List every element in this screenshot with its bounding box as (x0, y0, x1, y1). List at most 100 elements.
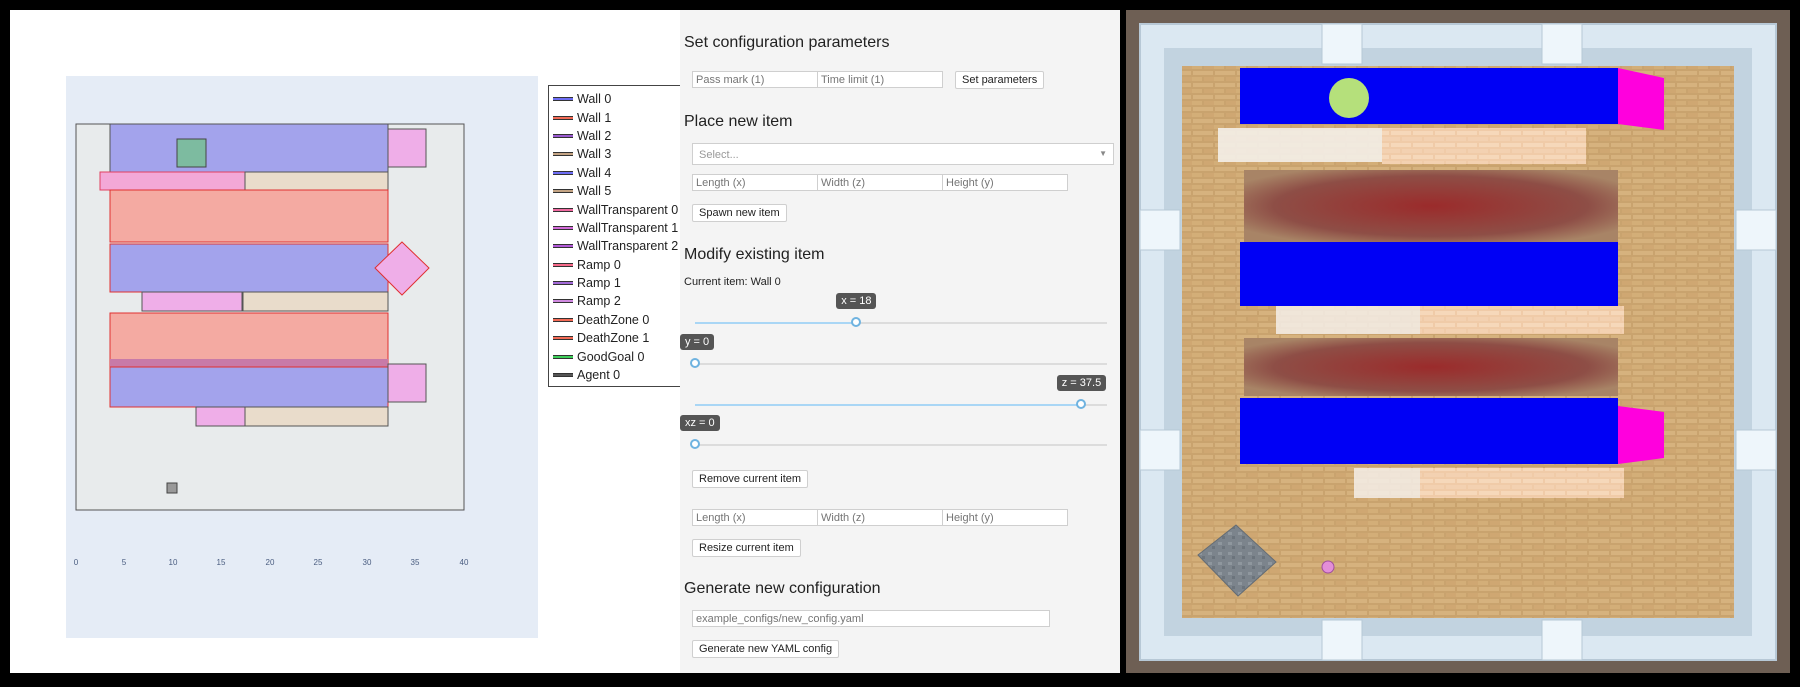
width-input[interactable] (817, 174, 943, 191)
wall-3-shape[interactable] (244, 171, 389, 191)
arena-plot-panel: 40 30 20 10 0 0 5 10 15 20 25 30 35 40 W… (10, 10, 682, 673)
generate-config-title: Generate new configuration (684, 580, 881, 597)
legend-label: DeathZone 0 (577, 312, 650, 327)
wall-0-shape[interactable] (109, 123, 389, 173)
beige-wall-2 (1420, 306, 1624, 334)
current-item-label: Current item: Wall 0 (684, 276, 781, 288)
legend-swatch (553, 170, 573, 175)
wall-transparent-2-shape[interactable] (195, 406, 246, 427)
set-parameters-button[interactable]: Set parameters (955, 71, 1045, 89)
fence-post-left-2 (1139, 429, 1181, 471)
wall-transparent-0-shape[interactable] (99, 171, 246, 191)
wall-5-shape[interactable] (242, 291, 389, 312)
generate-config-button[interactable]: Generate new YAML config (692, 640, 840, 658)
blue-wall-bottom (1240, 398, 1618, 464)
fence-post-bottom-1 (1321, 619, 1363, 661)
config-path-input[interactable] (692, 610, 1050, 627)
arena-3d-view (1126, 10, 1790, 673)
legend-item[interactable]: GoodGoal 0 (549, 347, 681, 365)
legend-label: Wall 5 (577, 184, 612, 199)
resize-width-input[interactable] (817, 509, 943, 526)
wall-2-shape[interactable] (244, 406, 389, 427)
slider-z-tooltip: z = 37.5 (1056, 375, 1107, 391)
resize-height-input[interactable] (942, 509, 1068, 526)
legend-swatch (553, 189, 573, 194)
legend-swatch (553, 281, 573, 286)
legend-swatch (553, 133, 573, 138)
resize-length-input[interactable] (692, 509, 818, 526)
x-tick-0: 0 (74, 558, 79, 567)
select-placeholder: Select... (699, 149, 739, 161)
arena-plot[interactable]: 40 30 20 10 0 0 5 10 15 20 25 30 35 40 (55, 76, 538, 638)
legend-item[interactable]: DeathZone 1 (549, 329, 681, 347)
legend-item[interactable]: Wall 3 (549, 145, 681, 163)
legend-item[interactable]: Agent 0 (549, 366, 681, 384)
resize-item-button[interactable]: Resize current item (692, 539, 801, 557)
legend-swatch (553, 225, 573, 230)
legend-item[interactable]: Wall 5 (549, 182, 681, 200)
legend-item[interactable]: Ramp 1 (549, 274, 681, 292)
legend-label: Wall 3 (577, 147, 612, 162)
ramp-bottom-3d (1618, 406, 1664, 464)
slider-xz-track[interactable] (695, 444, 1107, 446)
legend-item[interactable]: WallTransparent 2 (549, 237, 681, 255)
slider-xz-tooltip: xz = 0 (680, 415, 720, 431)
legend-swatch (553, 299, 573, 304)
fence-post-top-1 (1321, 23, 1363, 65)
legend-swatch (553, 207, 573, 212)
beige-wall-1 (1382, 128, 1586, 164)
legend-item[interactable]: Wall 1 (549, 108, 681, 126)
blue-wall-middle (1240, 242, 1618, 306)
legend-label: WallTransparent 0 (577, 202, 679, 217)
legend-item[interactable]: WallTransparent 1 (549, 219, 681, 237)
slider-z-handle[interactable] (1076, 399, 1087, 409)
height-input[interactable] (942, 174, 1068, 191)
ramp-bottom-shape[interactable] (387, 363, 427, 403)
length-input[interactable] (692, 174, 818, 191)
legend-item[interactable]: Ramp 2 (549, 292, 681, 310)
slider-y-track[interactable] (695, 363, 1107, 365)
legend-label: Wall 0 (577, 92, 612, 107)
goal-sphere (1329, 78, 1369, 118)
blue-wall-top (1240, 68, 1618, 124)
deathzone-1-shape[interactable] (109, 312, 389, 367)
goal-shape[interactable] (176, 138, 207, 168)
x-tick-30: 30 (363, 558, 372, 567)
deathzone-0-shape[interactable] (109, 189, 389, 243)
remove-item-button[interactable]: Remove current item (692, 470, 809, 488)
legend-label: Ramp 2 (577, 294, 621, 309)
x-tick-25: 25 (314, 558, 323, 567)
legend-item[interactable]: Wall 4 (549, 164, 681, 182)
legend-item[interactable]: DeathZone 0 (549, 311, 681, 329)
set-params-title: Set configuration parameters (684, 34, 890, 51)
agent-shape[interactable] (166, 482, 178, 494)
legend-item[interactable]: WallTransparent 0 (549, 200, 681, 218)
config-panel: Set configuration parameters Set paramet… (680, 10, 1120, 673)
wall-1-shape[interactable] (109, 243, 389, 293)
legend-label: Wall 1 (577, 110, 612, 125)
legend-item[interactable]: Ramp 0 (549, 256, 681, 274)
slider-y-handle[interactable] (690, 358, 700, 368)
legend-item[interactable]: Wall 2 (549, 127, 681, 145)
wall-transparent-1-shape[interactable] (141, 291, 243, 312)
pass-mark-input[interactable] (692, 71, 818, 88)
slider-x-tooltip: x = 18 (836, 293, 877, 309)
slider-xz-handle[interactable] (690, 439, 700, 449)
legend-swatch (553, 97, 573, 102)
fence-post-bottom-2 (1541, 619, 1583, 661)
arena-3d-svg (1139, 23, 1777, 661)
spawn-item-button[interactable]: Spawn new item (692, 204, 787, 222)
legend-swatch (553, 354, 573, 359)
legend-label: WallTransparent 2 (577, 239, 679, 254)
time-limit-input[interactable] (817, 71, 943, 88)
legend-label: Wall 2 (577, 128, 612, 143)
slider-x-handle[interactable] (851, 317, 862, 327)
legend-swatch (553, 336, 573, 341)
beige-wall-3 (1420, 468, 1624, 498)
legend-swatch (553, 115, 573, 120)
wall-4-shape[interactable] (109, 366, 389, 408)
agent-3d (1321, 560, 1335, 574)
item-type-select[interactable]: Select... ▼ (692, 143, 1114, 165)
legend-item[interactable]: Wall 0 (549, 90, 681, 108)
ramp-top-shape[interactable] (387, 128, 427, 168)
